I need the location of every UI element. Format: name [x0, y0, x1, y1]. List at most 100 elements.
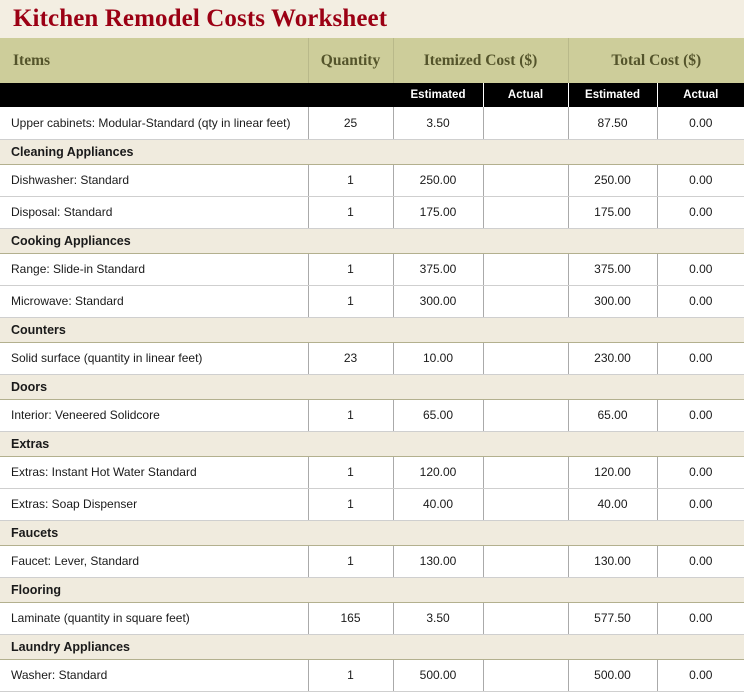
itemized-estimated-cell[interactable]: 300.00	[393, 285, 484, 318]
table-row[interactable]: Upper cabinets: Modular-Standard (qty in…	[0, 107, 744, 140]
page-title-bar: Kitchen Remodel Costs Worksheet	[0, 0, 744, 38]
itemized-actual-cell[interactable]	[483, 164, 569, 197]
total-estimated-cell[interactable]: 40.00	[568, 488, 658, 521]
item-name-cell[interactable]: Interior: Veneered Solidcore	[0, 399, 309, 432]
itemized-actual-cell[interactable]	[483, 196, 569, 229]
itemized-actual-cell[interactable]	[483, 342, 569, 375]
quantity-cell[interactable]: 1	[308, 164, 394, 197]
total-actual-cell[interactable]: 0.00	[657, 659, 744, 692]
table-row[interactable]: Extras: Instant Hot Water Standard 1 120.0…	[0, 456, 744, 489]
total-actual-cell[interactable]: 0.00	[657, 164, 744, 197]
itemized-actual-cell[interactable]	[483, 602, 569, 635]
total-actual-cell[interactable]: 0.00	[657, 488, 744, 521]
total-estimated-cell[interactable]: 175.00	[568, 196, 658, 229]
table-row[interactable]: Laminate (quantity in square feet) 165 3.5…	[0, 602, 744, 635]
costs-table: Items Quantity Itemized Cost ($) Total Cost…	[0, 38, 744, 692]
section-header-row: Extras	[0, 430, 744, 457]
total-actual-cell[interactable]: 0.00	[657, 342, 744, 375]
item-name-cell[interactable]: Faucet: Lever, Standard	[0, 545, 309, 578]
itemized-actual-cell[interactable]	[483, 253, 569, 286]
total-estimated-cell[interactable]: 65.00	[568, 399, 658, 432]
section-header-label: Extras	[0, 430, 744, 457]
itemized-actual-cell[interactable]	[483, 107, 569, 140]
item-name-cell[interactable]: Washer: Standard	[0, 659, 309, 692]
table-row[interactable]: Faucet: Lever, Standard 1 130.00 130.00 0.00	[0, 545, 744, 578]
table-row[interactable]: Solid surface (quantity in linear feet) 2…	[0, 342, 744, 375]
table-row[interactable]: Range: Slide-in Standard 1 375.00 375.00 0.0…	[0, 253, 744, 286]
total-estimated-cell[interactable]: 500.00	[568, 659, 658, 692]
table-row[interactable]: Microwave: Standard 1 300.00 300.00 0.00	[0, 285, 744, 318]
total-actual-cell[interactable]: 0.00	[657, 107, 744, 140]
itemized-actual-cell[interactable]	[483, 285, 569, 318]
total-actual-cell[interactable]: 0.00	[657, 253, 744, 286]
quantity-cell[interactable]: 1	[308, 399, 394, 432]
page-title: Kitchen Remodel Costs Worksheet	[13, 5, 388, 32]
total-actual-cell[interactable]: 0.00	[657, 602, 744, 635]
itemized-actual-cell[interactable]	[483, 456, 569, 489]
quantity-cell[interactable]: 25	[308, 107, 394, 140]
total-estimated-cell[interactable]: 120.00	[568, 456, 658, 489]
quantity-cell[interactable]: 1	[308, 488, 394, 521]
total-estimated-cell[interactable]: 577.50	[568, 602, 658, 635]
quantity-cell[interactable]: 1	[308, 196, 394, 229]
total-estimated-cell[interactable]: 375.00	[568, 253, 658, 286]
item-name-cell[interactable]: Range: Slide-in Standard	[0, 253, 309, 286]
itemized-actual-cell[interactable]	[483, 545, 569, 578]
itemized-estimated-cell[interactable]: 375.00	[393, 253, 484, 286]
sub-header-blank	[308, 83, 394, 107]
item-name-cell[interactable]: Extras: Instant Hot Water Standard	[0, 456, 309, 489]
sub-header-blank	[0, 83, 309, 107]
quantity-cell[interactable]: 23	[308, 342, 394, 375]
item-name-cell[interactable]: Disposal: Standard	[0, 196, 309, 229]
itemized-estimated-cell[interactable]: 130.00	[393, 545, 484, 578]
itemized-estimated-cell[interactable]: 175.00	[393, 196, 484, 229]
item-name-cell[interactable]: Microwave: Standard	[0, 285, 309, 318]
quantity-cell[interactable]: 165	[308, 602, 394, 635]
itemized-estimated-cell[interactable]: 250.00	[393, 164, 484, 197]
itemized-actual-cell[interactable]	[483, 488, 569, 521]
item-name-cell[interactable]: Upper cabinets: Modular-Standard (qty in…	[0, 107, 309, 140]
total-estimated-cell[interactable]: 130.00	[568, 545, 658, 578]
sub-header-cell: Estimated	[393, 83, 484, 107]
table-row[interactable]: Washer: Standard 1 500.00 500.00 0.00	[0, 659, 744, 692]
itemized-estimated-cell[interactable]: 500.00	[393, 659, 484, 692]
total-estimated-cell[interactable]: 300.00	[568, 285, 658, 318]
section-header-row: Doors	[0, 373, 744, 400]
table-body: Upper cabinets: Modular-Standard (qty in…	[0, 107, 744, 692]
total-estimated-cell[interactable]: 250.00	[568, 164, 658, 197]
itemized-estimated-cell[interactable]: 120.00	[393, 456, 484, 489]
kitchen-remodel-worksheet: Kitchen Remodel Costs Worksheet Items Qua…	[0, 0, 744, 692]
item-name-cell[interactable]: Dishwasher: Standard	[0, 164, 309, 197]
quantity-cell[interactable]: 1	[308, 545, 394, 578]
quantity-cell[interactable]: 1	[308, 253, 394, 286]
itemized-estimated-cell[interactable]: 3.50	[393, 602, 484, 635]
total-actual-cell[interactable]: 0.00	[657, 456, 744, 489]
section-header-row: Cooking Appliances	[0, 227, 744, 254]
total-actual-cell[interactable]: 0.00	[657, 545, 744, 578]
itemized-estimated-cell[interactable]: 10.00	[393, 342, 484, 375]
itemized-estimated-cell[interactable]: 65.00	[393, 399, 484, 432]
quantity-cell[interactable]: 1	[308, 285, 394, 318]
itemized-actual-cell[interactable]	[483, 659, 569, 692]
column-group-header: Items	[0, 38, 309, 83]
quantity-cell[interactable]: 1	[308, 659, 394, 692]
table-row[interactable]: Disposal: Standard 1 175.00 175.00 0.00	[0, 196, 744, 229]
item-name-cell[interactable]: Solid surface (quantity in linear feet)	[0, 342, 309, 375]
item-name-cell[interactable]: Extras: Soap Dispenser	[0, 488, 309, 521]
quantity-cell[interactable]: 1	[308, 456, 394, 489]
table-header: Items Quantity Itemized Cost ($) Total Cost…	[0, 38, 744, 107]
itemized-actual-cell[interactable]	[483, 399, 569, 432]
total-actual-cell[interactable]: 0.00	[657, 285, 744, 318]
total-estimated-cell[interactable]: 87.50	[568, 107, 658, 140]
itemized-estimated-cell[interactable]: 3.50	[393, 107, 484, 140]
sub-header-cell: Estimated	[568, 83, 658, 107]
itemized-estimated-cell[interactable]: 40.00	[393, 488, 484, 521]
item-name-cell[interactable]: Laminate (quantity in square feet)	[0, 602, 309, 635]
total-actual-cell[interactable]: 0.00	[657, 196, 744, 229]
total-estimated-cell[interactable]: 230.00	[568, 342, 658, 375]
table-row[interactable]: Extras: Soap Dispenser 1 40.00 40.00 0.00	[0, 488, 744, 521]
table-row[interactable]: Interior: Veneered Solidcore 1 65.00 65.00 0…	[0, 399, 744, 432]
section-header-label: Counters	[0, 316, 744, 343]
total-actual-cell[interactable]: 0.00	[657, 399, 744, 432]
table-row[interactable]: Dishwasher: Standard 1 250.00 250.00 0.00	[0, 164, 744, 197]
